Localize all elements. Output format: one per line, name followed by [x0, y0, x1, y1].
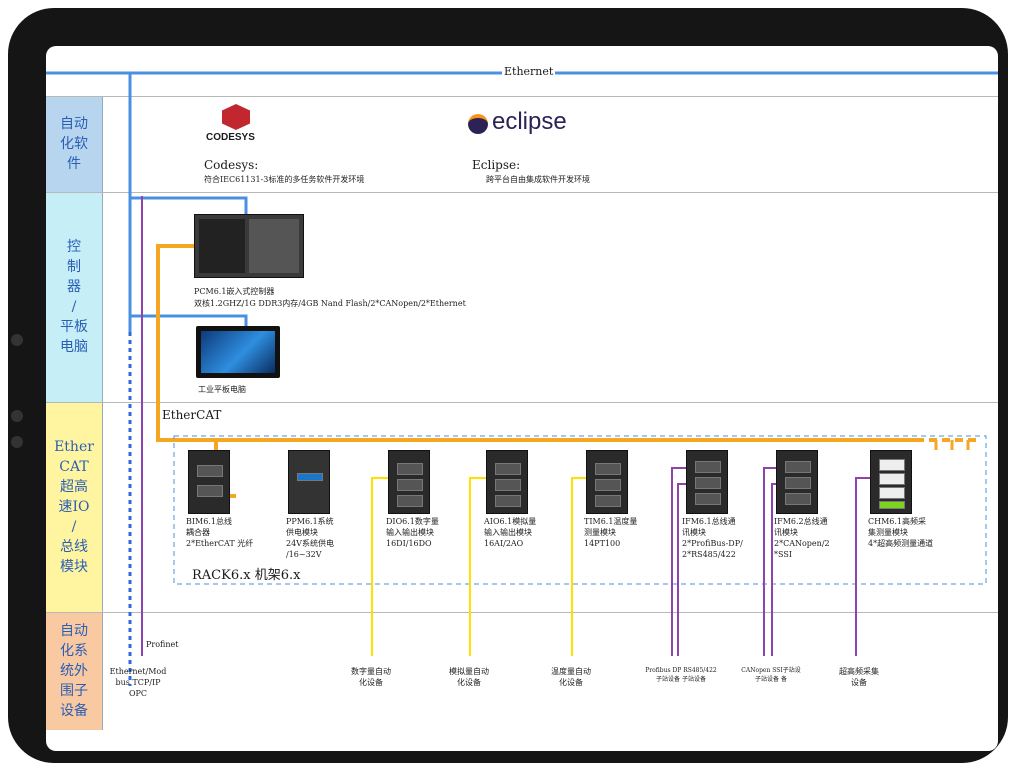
codesys-logo-text: CODESYS: [206, 132, 255, 143]
codesys-title: Codesys:: [204, 158, 259, 172]
ethercat-label: EtherCAT: [162, 408, 222, 422]
module-caption: DIO6.1数字量 输入输出模块 16DI/16DO: [386, 517, 439, 548]
module-chm: [870, 450, 912, 514]
panel-pc-label: 工业平板电脑: [198, 385, 246, 394]
panel-pc-image: [196, 326, 280, 378]
sensor-icon: [11, 436, 23, 448]
peripheral-label: 数字量自动 化设备: [351, 667, 391, 687]
ethercat-drop: [934, 440, 970, 450]
peripheral-label: 模拟量自动 化设备: [449, 667, 489, 687]
module-caption: CHM6.1高频采 集测量模块 4*超高频测量通道: [868, 517, 934, 548]
peripheral-label: CANopen SSI子站设 子站设备 备: [741, 667, 801, 683]
connection-lines: [46, 71, 998, 686]
module-caption: IFM6.1总线通 讯模块 2*ProfiBus-DP/ 2*RS485/422: [682, 517, 743, 559]
peripheral-label: Ethernet/Mod bus TCP/IP OPC: [109, 667, 167, 698]
diagram-screen: 自动 化软 件 控 制 器 / 平板 电脑 Ether CAT 超高 速IO /…: [46, 46, 998, 751]
controller-image: [194, 214, 304, 278]
module-caption: AIO6.1模拟量 输入输出模块 16AI/2AO: [484, 517, 537, 548]
module-tim: [586, 450, 628, 514]
eclipse-title: Eclipse:: [472, 158, 521, 172]
module-dio: [388, 450, 430, 514]
camera-icon: [11, 334, 23, 346]
eclipse-logo-icon: [468, 114, 488, 134]
controller-name: PCM6.1嵌入式控制器: [194, 287, 275, 296]
sensor-icon: [11, 410, 23, 422]
module-caption: IFM6.2总线通 讯模块 2*CANopen/2 *SSI: [774, 517, 830, 559]
tablet-frame: 自动 化软 件 控 制 器 / 平板 电脑 Ether CAT 超高 速IO /…: [8, 8, 1008, 763]
module-aio: [486, 450, 528, 514]
codesys-desc: 符合IEC61131-3标准的多任务软件开发环境: [204, 175, 365, 184]
module-caption: PPM6.1系统 供电模块 24V系统供电 /16~32V: [286, 517, 334, 559]
rack-label: RACK6.x 机架6.x: [192, 568, 301, 583]
ethernet-label: Ethernet: [502, 65, 556, 78]
module-ifm62: [776, 450, 818, 514]
peripheral-label: Profibus DP RS485/422 子站设备 子站设备: [645, 667, 717, 683]
peripheral-label: 温度量自动 化设备: [551, 667, 591, 687]
module-ppm: [288, 450, 330, 514]
controller-spec: 双核1.2GHZ/1G DDR3内存/4GB Nand Flash/2*CANo…: [194, 299, 466, 308]
peripheral-label: 超高频采集 设备: [839, 667, 879, 687]
module-bim: [188, 450, 230, 514]
module-caption: BIM6.1总线 耦合器 2*EtherCAT 光纤: [186, 517, 254, 548]
eclipse-desc: 跨平台自由集成软件开发环境: [486, 175, 590, 184]
module-ifm61: [686, 450, 728, 514]
module-caption: TIM6.1温度量 测量模块 14PT100: [584, 517, 638, 548]
eclipse-logo-text: eclipse: [492, 108, 567, 135]
profinet-label: Profinet: [146, 640, 179, 649]
